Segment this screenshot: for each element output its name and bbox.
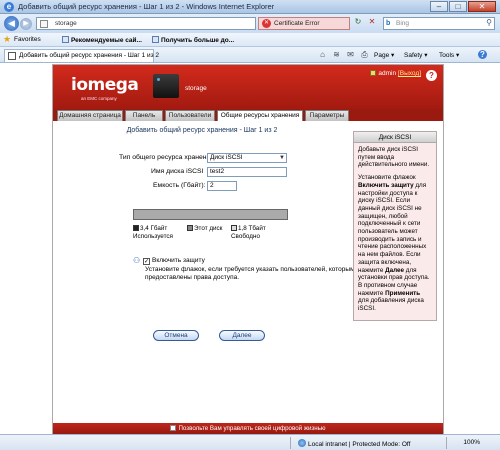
share-type-select[interactable]: Диск iSCSI ▼ [207, 153, 287, 163]
refresh-button[interactable]: ↻ [352, 17, 364, 30]
tab-page-icon [8, 52, 16, 60]
storage-device-icon [153, 74, 179, 98]
status-separator [290, 437, 291, 449]
next-button[interactable]: Далее [219, 330, 265, 341]
browser-tab-label: Добавить общий ресурс хранения - Шаг 1 и… [19, 52, 160, 59]
sidebar-paragraph-2: Установите флажок Включить защиту для на… [358, 174, 430, 313]
page-icon [40, 20, 48, 28]
logout-link[interactable]: [Выход] [398, 70, 421, 77]
legend-free: 1,8 Тбайт Свободно [231, 225, 266, 240]
home-icon[interactable]: ⌂ [318, 50, 327, 59]
page-menu[interactable]: Page ▾ [374, 51, 394, 59]
search-input[interactable]: b Bing ⚲ [383, 17, 495, 30]
tools-menu[interactable]: Tools ▾ [439, 51, 459, 59]
close-button[interactable]: ✕ [468, 1, 496, 12]
tab-dashboard[interactable]: Панель [125, 110, 163, 121]
share-type-label: Тип общего ресурса хранения: [119, 154, 216, 161]
this-disk-swatch [187, 225, 193, 231]
users-icon: ⚇ [133, 256, 141, 265]
legend-this-disk: Этот диск [187, 225, 222, 233]
status-separator [446, 437, 447, 449]
feeds-icon[interactable]: ≋ [332, 50, 341, 59]
chevron-down-icon: ▼ [279, 155, 285, 161]
help-icon[interactable]: ? [478, 50, 487, 59]
security-zone[interactable]: Local intranet | Protected Mode: Off [298, 439, 410, 448]
search-placeholder: Bing [396, 20, 410, 27]
tab-home[interactable]: Домашняя страница [57, 110, 123, 121]
address-input[interactable]: storage [36, 17, 256, 30]
link-icon [152, 36, 159, 43]
zoom-level[interactable]: 100% [463, 439, 480, 446]
lock-icon [370, 70, 377, 76]
legend-used: 3,4 Гбайт Используется [133, 225, 173, 240]
enable-protection-checkbox[interactable]: ✓ [143, 258, 150, 265]
cert-error-icon: ✕ [262, 19, 271, 28]
search-icon[interactable]: ⚲ [486, 18, 492, 27]
free-swatch [231, 225, 237, 231]
print-icon[interactable]: ⎙ [360, 50, 369, 59]
capacity-label: Емкость (Гбайт): [153, 182, 206, 189]
protection-description: Установите флажок, если требуется указат… [145, 266, 355, 281]
window-titlebar: e Добавить общий ресурс хранения - Шаг 1… [0, 0, 500, 14]
app-footer: Позвольте Вам управлять своей цифровой ж… [53, 423, 443, 434]
tab-shares[interactable]: Общие ресурсы хранения [217, 110, 303, 121]
iscsi-name-label: Имя диска iSCSI [151, 168, 204, 175]
window-title: Добавить общий ресурс хранения - Шаг 1 и… [18, 2, 275, 11]
iscsi-name-input[interactable]: test2 [207, 167, 287, 177]
help-sidebar: Диск iSCSI Добавьте диск iSCSI путем вво… [353, 131, 437, 321]
browser-tab[interactable]: Добавить общий ресурс хранения - Шаг 1 и… [4, 49, 159, 62]
safety-menu[interactable]: Safety ▾ [404, 51, 428, 59]
favorites-button[interactable]: Favorites [14, 36, 41, 43]
address-url: storage [55, 20, 77, 27]
device-label: storage [185, 85, 207, 92]
bing-icon: b [386, 20, 391, 27]
favorites-item-more[interactable]: Получить больше до... [152, 36, 234, 44]
link-icon [62, 36, 69, 43]
window-controls: – □ ✕ [430, 1, 496, 12]
app-help-icon[interactable]: ? [426, 70, 437, 81]
logo-subtitle: an EMC company [81, 96, 117, 101]
cancel-button[interactable]: Отмена [153, 330, 199, 341]
user-info: admin [Выход] [370, 70, 421, 77]
tab-users[interactable]: Пользователи [165, 110, 215, 121]
page-title: Добавить общий ресурс хранения - Шаг 1 и… [126, 127, 278, 134]
capacity-input[interactable]: 2 [207, 181, 237, 191]
maximize-button[interactable]: □ [449, 1, 467, 12]
status-bar: Local intranet | Protected Mode: Off 100… [0, 434, 500, 450]
sidebar-body: Добавьте диск iSCSI путем ввода действит… [354, 143, 436, 321]
main-panel: Добавить общий ресурс хранения - Шаг 1 и… [53, 121, 355, 423]
favorites-item-recommended[interactable]: Рекомендуемые сай... [62, 36, 142, 44]
footer-icon [170, 425, 177, 431]
enable-protection-label: Включить защиту [152, 257, 205, 264]
sidebar-paragraph-1: Добавьте диск iSCSI путем ввода действит… [358, 146, 430, 169]
favorites-bar: ★ Favorites Рекомендуемые сай... Получит… [0, 33, 500, 47]
certificate-error-button[interactable]: ✕ Certificate Error [258, 17, 350, 30]
capacity-bar [133, 209, 288, 220]
page-content: iomega an EMC company storage admin [Вых… [0, 64, 500, 434]
user-name: admin [378, 70, 397, 77]
forward-button[interactable]: ▶ [20, 18, 32, 30]
ie-icon: e [4, 2, 14, 12]
browser-tabbar: Добавить общий ресурс хранения - Шаг 1 и… [0, 47, 500, 63]
cert-error-label: Certificate Error [274, 20, 320, 27]
back-button[interactable]: ◀ [4, 16, 19, 31]
favorites-star-icon[interactable]: ★ [3, 34, 11, 45]
used-swatch [133, 225, 139, 231]
iomega-app: iomega an EMC company storage admin [Вых… [52, 64, 444, 434]
sidebar-title: Диск iSCSI [354, 132, 436, 143]
address-toolbar: ◀ ▶ storage ✕ Certificate Error ↻ ✕ b Bi… [0, 14, 500, 33]
mail-icon[interactable]: ✉ [346, 50, 355, 59]
minimize-button[interactable]: – [430, 1, 448, 12]
app-tabs: Домашняя страница Панель Пользователи Об… [53, 109, 443, 121]
iomega-logo: iomega [71, 75, 139, 95]
globe-icon [298, 439, 306, 447]
stop-button[interactable]: ✕ [366, 17, 378, 30]
tab-settings[interactable]: Параметры [305, 110, 349, 121]
app-header: iomega an EMC company storage admin [Вых… [53, 65, 443, 109]
